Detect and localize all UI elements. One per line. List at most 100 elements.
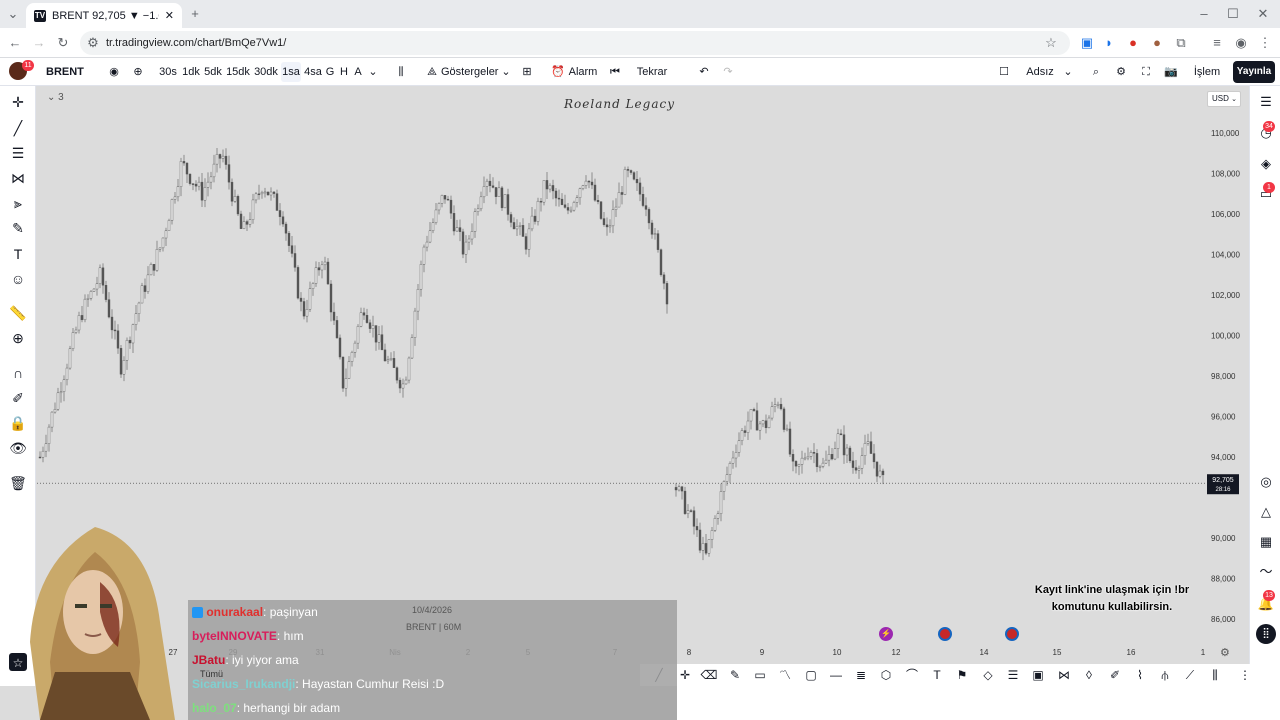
lock-icon[interactable]: 🔒 [8, 413, 28, 433]
quick-search-icon[interactable]: ⌕ [1088, 62, 1104, 82]
interval-5dk[interactable]: 5dk [203, 62, 223, 82]
browser-tab[interactable]: TV BRENT 92,705 ▼ −1.06% Adsız ✕ [26, 3, 182, 28]
fav-pen-icon[interactable]: ✎ [726, 666, 744, 684]
chart-pane[interactable]: 110,000 108,000 106,000 104,000 102,000 100,0… [37, 86, 1248, 664]
fav-horizontal-line-icon[interactable]: — [827, 666, 845, 684]
indicators-button[interactable]: Göstergeler [441, 62, 498, 82]
indicators-icon[interactable]: ⟁ [424, 62, 440, 82]
close-window-icon[interactable]: ✕ [1254, 5, 1272, 23]
crosshair-icon[interactable]: ✛ [8, 92, 28, 112]
interval-dropdown-icon[interactable]: ⌄ [367, 62, 379, 82]
magnet-icon[interactable]: ∩ [8, 363, 28, 383]
currency-selector[interactable]: USD ⌄ [1207, 91, 1241, 107]
fav-flag-icon[interactable]: ⚑ [953, 666, 971, 684]
hotlist-icon[interactable]: △ [1256, 502, 1276, 522]
fav-crosshair-icon[interactable]: ✛ [676, 666, 694, 684]
reload-icon[interactable]: ↻ [54, 34, 72, 52]
fav-ray-icon[interactable]: ⟋ [1181, 666, 1199, 684]
calendar-icon[interactable]: ▦ [1256, 532, 1276, 552]
symbol-search[interactable]: BRENT [40, 62, 100, 82]
prediction-icon[interactable]: ⫸ [8, 193, 28, 213]
indicators-dropdown-icon[interactable]: ⌄ [500, 62, 512, 82]
trade-button[interactable]: İşlem [1192, 62, 1222, 82]
snapshot-camera-icon[interactable]: 📷 [1163, 62, 1179, 82]
trend-line-icon[interactable]: ╱ [8, 118, 28, 138]
profile-avatar-icon[interactable]: ◉ [1232, 34, 1250, 52]
replay-button[interactable]: Tekrar oynat [624, 62, 680, 98]
back-icon[interactable]: ← [6, 34, 24, 52]
trash-icon[interactable]: 🗑 [8, 473, 28, 493]
target-icon[interactable]: ◎ [1256, 472, 1276, 492]
ruler-icon[interactable]: 📏 [8, 303, 28, 323]
site-info-icon[interactable]: ⚙ [84, 34, 102, 52]
emoji-icon[interactable]: ☺ [8, 269, 28, 289]
goto-realtime-icon[interactable]: ⚙ [1220, 646, 1230, 659]
fav-parallel-channel-icon[interactable]: ≣ [852, 666, 870, 684]
fav-brush-icon[interactable]: ✐ [1106, 666, 1124, 684]
maximize-icon[interactable]: ☐ [1224, 5, 1242, 23]
fav-arc-icon[interactable]: ⌇ [1131, 666, 1149, 684]
fav-candles-icon[interactable]: ⫼ [1206, 666, 1224, 684]
reading-list-icon[interactable]: ≡ [1208, 34, 1226, 52]
pattern-icon[interactable]: ⋈ [8, 168, 28, 188]
alarm-clock-icon[interactable]: ⏰ [550, 62, 566, 82]
event-flash-icon[interactable]: ⚡ [879, 627, 893, 641]
fav-pitchfork-icon[interactable]: ⫛ [1156, 666, 1174, 684]
alarm-button[interactable]: Alarm [567, 62, 599, 82]
fav-rectangle-icon[interactable]: ▭ [751, 666, 769, 684]
fullscreen-icon[interactable]: ⛶ [1138, 62, 1154, 82]
close-tab-icon[interactable]: ✕ [165, 9, 174, 22]
fav-curve-icon[interactable]: ⌒ [903, 666, 921, 684]
bookmark-star-icon[interactable]: ☆ [1042, 34, 1060, 52]
fav-callout-icon[interactable]: ▢ [802, 666, 820, 684]
apps-grid-icon[interactable]: ⣿ [1256, 624, 1276, 644]
symbol-info-icon[interactable]: ◉ [106, 62, 122, 82]
redo-icon[interactable]: ↷ [720, 62, 736, 82]
url-field[interactable]: tr.tradingview.com/chart/BmQe7Vw1/ [80, 31, 1070, 55]
all-filter-label[interactable]: Tümü [200, 669, 223, 679]
fav-fib-icon[interactable]: ☰ [1004, 666, 1022, 684]
fib-retracement-icon[interactable]: ☰ [8, 143, 28, 163]
interval-30dk[interactable]: 30dk [254, 62, 278, 82]
event-us-flag-icon-1[interactable] [938, 627, 952, 641]
extension-icon-1[interactable]: ▣ [1078, 34, 1096, 52]
extension-icon-3[interactable]: ● [1124, 34, 1142, 52]
forward-icon[interactable]: → [30, 34, 48, 52]
extension-icon-4[interactable]: ● [1148, 34, 1166, 52]
interval-G[interactable]: G [325, 62, 335, 82]
interval-A[interactable]: A [353, 62, 363, 82]
fav-highlighter-icon[interactable]: ◊ [1080, 666, 1098, 684]
fav-node-icon[interactable]: ⬡ [877, 666, 895, 684]
fav-more-icon[interactable]: ⋮ [1236, 666, 1254, 684]
layers-icon[interactable]: ◈ [1256, 154, 1276, 174]
interval-H[interactable]: H [339, 62, 349, 82]
layouts-grid-icon[interactable]: ⊞ [519, 62, 535, 82]
interval-4sa[interactable]: 4sa [303, 62, 323, 82]
interval-15dk[interactable]: 15dk [226, 62, 250, 82]
compare-add-icon[interactable]: ⊕ [130, 62, 146, 82]
minimize-icon[interactable]: – [1195, 5, 1213, 23]
fav-ellipse-icon[interactable]: ◇ [979, 666, 997, 684]
legend-collapse-toggle[interactable]: ⌄ 3 [47, 92, 64, 103]
candle-style-icon[interactable]: ⫼ [393, 62, 409, 82]
fav-pattern-icon[interactable]: ⋈ [1055, 666, 1073, 684]
fullscreen-box-icon[interactable]: ☐ [996, 62, 1012, 82]
new-tab-icon[interactable]: + [186, 5, 204, 23]
settings-gear-icon[interactable]: ⚙ [1113, 62, 1129, 82]
text-tool-icon[interactable]: T [8, 244, 28, 264]
fav-path-icon[interactable]: 〽 [776, 666, 794, 684]
brush-icon[interactable]: ✎ [8, 218, 28, 238]
layout-name[interactable]: Adsız [1024, 62, 1056, 82]
interval-1sa[interactable]: 1sa [281, 62, 301, 82]
interval-1dk[interactable]: 1dk [181, 62, 201, 82]
fav-text-icon[interactable]: T [928, 666, 946, 684]
layout-dropdown-icon[interactable]: ⌄ [1062, 62, 1074, 82]
fav-eraser-icon[interactable]: ⌫ [700, 666, 718, 684]
undo-icon[interactable]: ↶ [696, 62, 712, 82]
candlestick-chart[interactable]: 110,000 108,000 106,000 104,000 102,000 100,0… [37, 86, 1248, 664]
news-feed-icon[interactable]: 〜 [1256, 562, 1276, 582]
chrome-menu-icon[interactable]: ⋮ [1256, 34, 1274, 52]
tab-list-icon[interactable]: ⌄ [4, 5, 22, 23]
interval-30s[interactable]: 30s [158, 62, 178, 82]
watchlist-icon[interactable]: ☰ [1256, 92, 1276, 112]
